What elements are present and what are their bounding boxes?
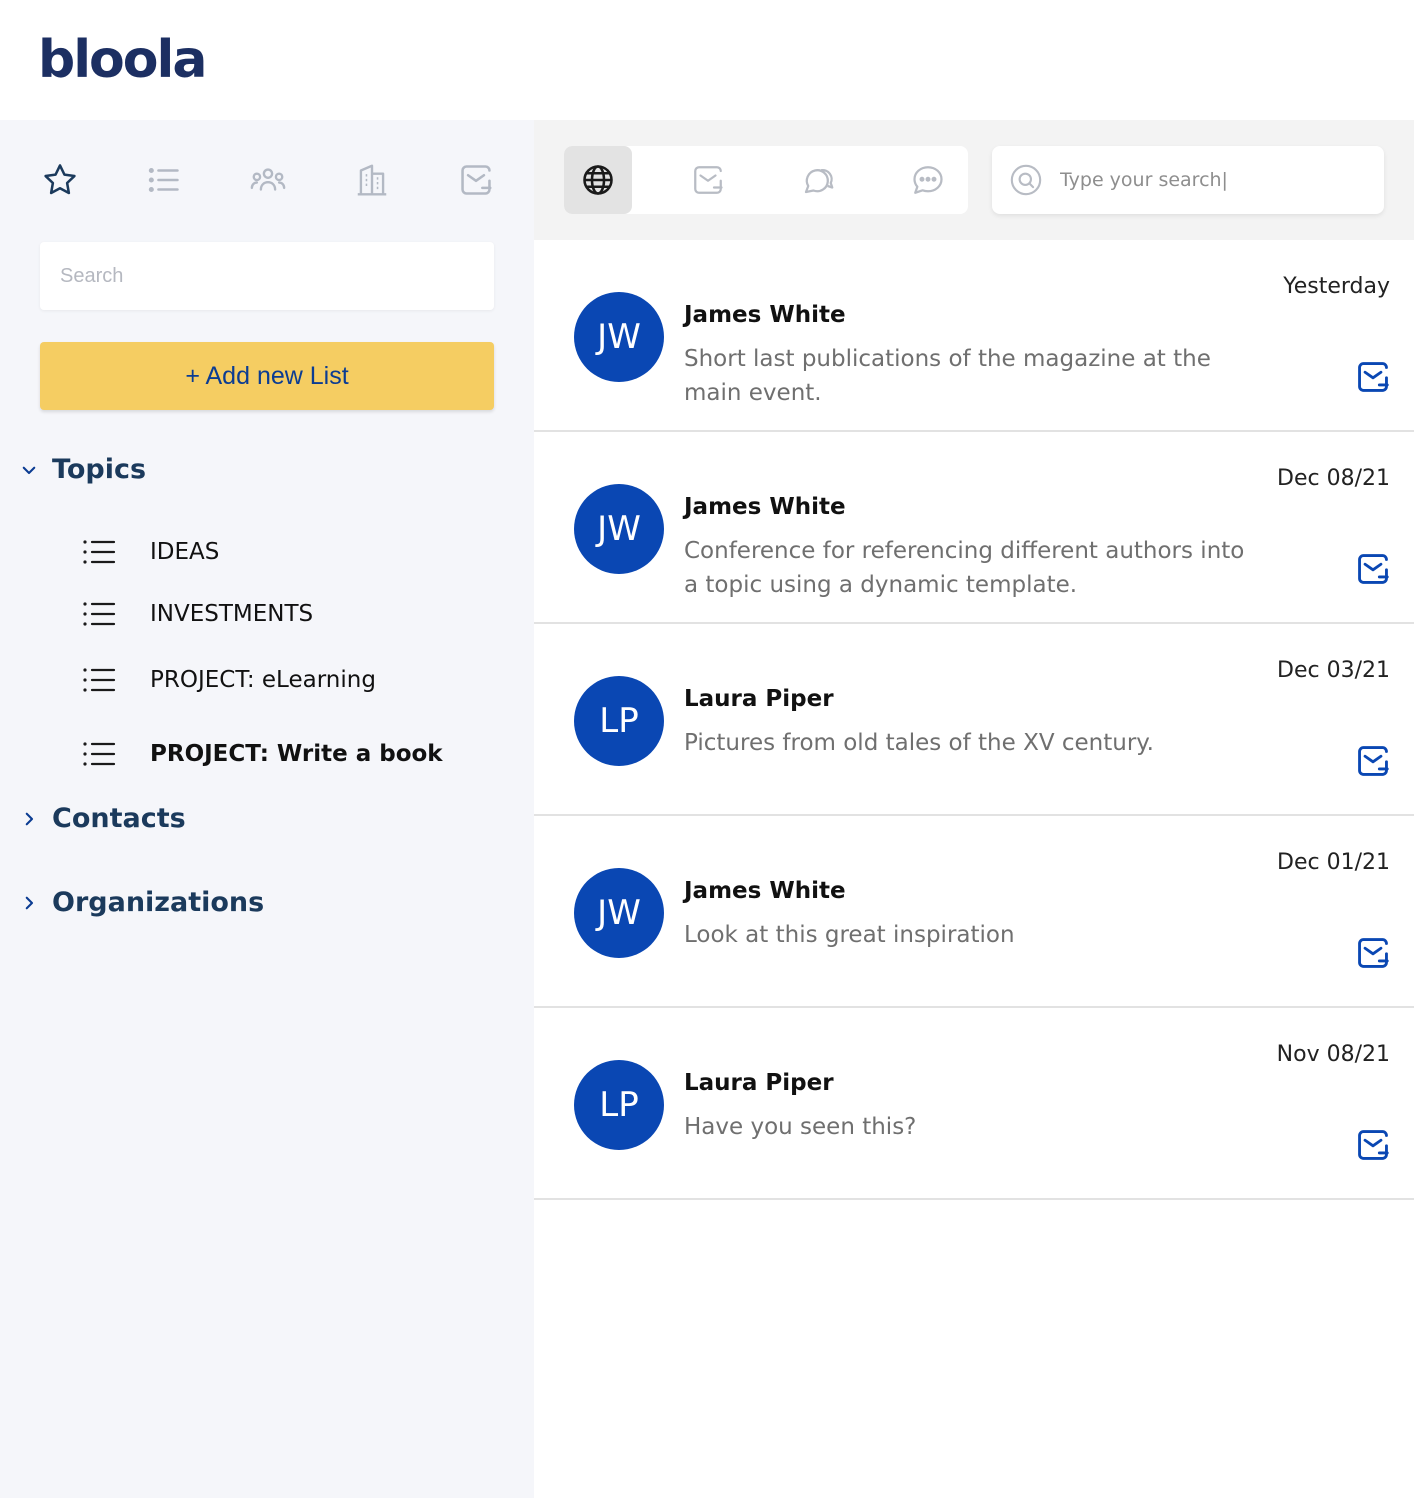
star-icon [44, 164, 76, 195]
chevron-right-icon [18, 808, 40, 830]
avatar: JW [574, 484, 664, 574]
avatar: JW [574, 292, 664, 382]
message-preview: Look at this great inspiration [684, 922, 1015, 948]
global-search [992, 146, 1384, 214]
message-row[interactable]: JW James White Look at this great inspir… [534, 816, 1414, 1008]
list-icon [82, 665, 118, 695]
contacts-section-header[interactable]: Contacts [18, 803, 186, 834]
tab-lists[interactable] [142, 158, 186, 202]
list-icon [82, 537, 118, 567]
chevron-down-icon [18, 459, 40, 481]
topic-item-label: IDEAS [150, 539, 220, 565]
main-toolbar [534, 120, 1414, 240]
topic-item-investments[interactable]: INVESTMENTS [82, 599, 313, 629]
sidebar-search [40, 242, 494, 310]
add-new-list-button[interactable]: + Add new List [40, 342, 494, 410]
message-sender: James White [684, 302, 846, 328]
mail-icon[interactable] [1354, 742, 1392, 780]
message-sender: Laura Piper [684, 1070, 834, 1096]
search-icon [1008, 162, 1044, 198]
organizations-section-header[interactable]: Organizations [18, 887, 264, 918]
top-bar: bloola [0, 0, 1414, 120]
sidebar: + Add new List Topics IDEAS INVESTMENTS … [0, 120, 534, 1498]
topic-item-label: PROJECT: eLearning [150, 667, 376, 693]
topic-item-label: PROJECT: Write a book [150, 741, 443, 767]
message-preview: Pictures from old tales of the XV centur… [684, 730, 1154, 756]
globe-icon [583, 165, 613, 195]
topic-item-ideas[interactable]: IDEAS [82, 537, 219, 567]
message-date: Dec 03/21 [1277, 658, 1390, 683]
message-list: JW James White Short last publications o… [534, 240, 1414, 1200]
main-panel: JW James White Short last publications o… [534, 120, 1414, 1498]
tab-favorites[interactable] [38, 158, 82, 202]
message-row[interactable]: JW James White Short last publications o… [534, 240, 1414, 432]
chevron-right-icon [18, 892, 40, 914]
global-search-input[interactable] [1060, 169, 1360, 191]
message-date: Dec 01/21 [1277, 850, 1390, 875]
tab-comments[interactable] [894, 146, 962, 214]
organizations-section-label: Organizations [52, 887, 265, 918]
contacts-section-label: Contacts [52, 803, 186, 834]
sidebar-tabs [0, 120, 534, 240]
channel-tabs [564, 146, 968, 214]
mail-icon[interactable] [1354, 1126, 1392, 1164]
message-date: Nov 08/21 [1276, 1042, 1390, 1067]
avatar: LP [574, 1060, 664, 1150]
message-sender: Laura Piper [684, 686, 834, 712]
chat-bubbles-icon [804, 169, 834, 194]
topics-section-label: Topics [52, 454, 147, 485]
tab-messages[interactable] [454, 158, 498, 202]
list-icon [148, 167, 179, 193]
comment-icon [913, 166, 943, 194]
message-sender: James White [684, 878, 846, 904]
people-icon [250, 168, 286, 191]
tab-organizations[interactable] [350, 158, 394, 202]
message-preview: Conference for referencing different aut… [684, 538, 1245, 598]
mail-icon [694, 166, 723, 194]
mail-icon[interactable] [1354, 358, 1392, 396]
avatar: LP [574, 676, 664, 766]
message-row[interactable]: JW James White Conference for referencin… [534, 432, 1414, 624]
mail-icon[interactable] [1354, 934, 1392, 972]
message-date: Dec 08/21 [1277, 466, 1390, 491]
avatar: JW [574, 868, 664, 958]
topic-item-project-write-a-book[interactable]: PROJECT: Write a book [82, 739, 443, 769]
bloola-logo[interactable]: bloola [38, 30, 207, 90]
message-preview: Short last publications of the magazine … [684, 346, 1211, 406]
sidebar-search-input[interactable] [40, 242, 494, 310]
list-icon [82, 739, 118, 769]
tab-mail[interactable] [674, 146, 742, 214]
tab-all[interactable] [564, 146, 632, 214]
message-date: Yesterday [1283, 274, 1390, 299]
topic-item-project-elearning[interactable]: PROJECT: eLearning [82, 665, 376, 695]
message-row[interactable]: LP Laura Piper Have you seen this? Nov 0… [534, 1008, 1414, 1200]
message-preview: Have you seen this? [684, 1114, 917, 1140]
tab-discussions[interactable] [784, 146, 852, 214]
message-sender: James White [684, 494, 846, 520]
tab-contacts[interactable] [246, 158, 290, 202]
topic-item-label: INVESTMENTS [150, 601, 314, 627]
mail-icon[interactable] [1354, 550, 1392, 588]
mail-icon [461, 165, 492, 195]
building-icon [357, 164, 387, 196]
message-row[interactable]: LP Laura Piper Pictures from old tales o… [534, 624, 1414, 816]
list-icon [82, 599, 118, 629]
topics-section-header[interactable]: Topics [18, 454, 146, 485]
